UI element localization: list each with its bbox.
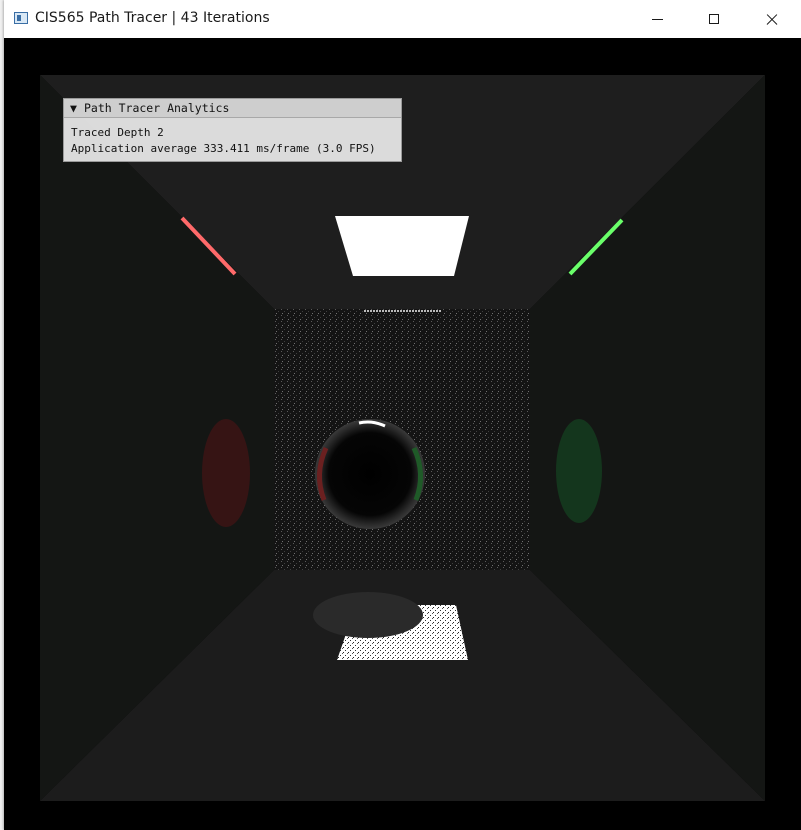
minimize-button[interactable]: [628, 0, 686, 38]
analytics-title: Path Tracer Analytics: [84, 101, 230, 115]
maximize-icon: [709, 14, 719, 24]
sphere-shadow: [313, 592, 423, 638]
analytics-panel[interactable]: ▼ Path Tracer Analytics Traced Depth 2 Ap…: [63, 98, 402, 162]
minimize-icon: [651, 18, 663, 20]
collapse-arrow-icon[interactable]: ▼: [70, 99, 84, 117]
window-title: CIS565 Path Tracer | 43 Iterations: [35, 10, 270, 26]
maximize-button[interactable]: [685, 0, 743, 38]
red-reflection: [202, 419, 250, 527]
title-bar[interactable]: CIS565 Path Tracer | 43 Iterations: [4, 0, 801, 38]
app-icon: [14, 12, 28, 24]
green-reflection: [556, 419, 602, 523]
ceiling-light: [335, 216, 469, 276]
traced-depth-text: Traced Depth 2: [71, 126, 164, 139]
analytics-header[interactable]: ▼ Path Tracer Analytics: [64, 99, 401, 118]
path-tracer-window: CIS565 Path Tracer | 43 Iterations ▼ Pat…: [4, 0, 801, 830]
close-button[interactable]: [743, 0, 801, 38]
close-icon: [765, 12, 779, 26]
render-viewport[interactable]: ▼ Path Tracer Analytics Traced Depth 2 Ap…: [4, 38, 801, 830]
application-average-text: Application average 333.411 ms/frame (3.…: [71, 142, 376, 155]
glass-sphere: [315, 419, 425, 529]
